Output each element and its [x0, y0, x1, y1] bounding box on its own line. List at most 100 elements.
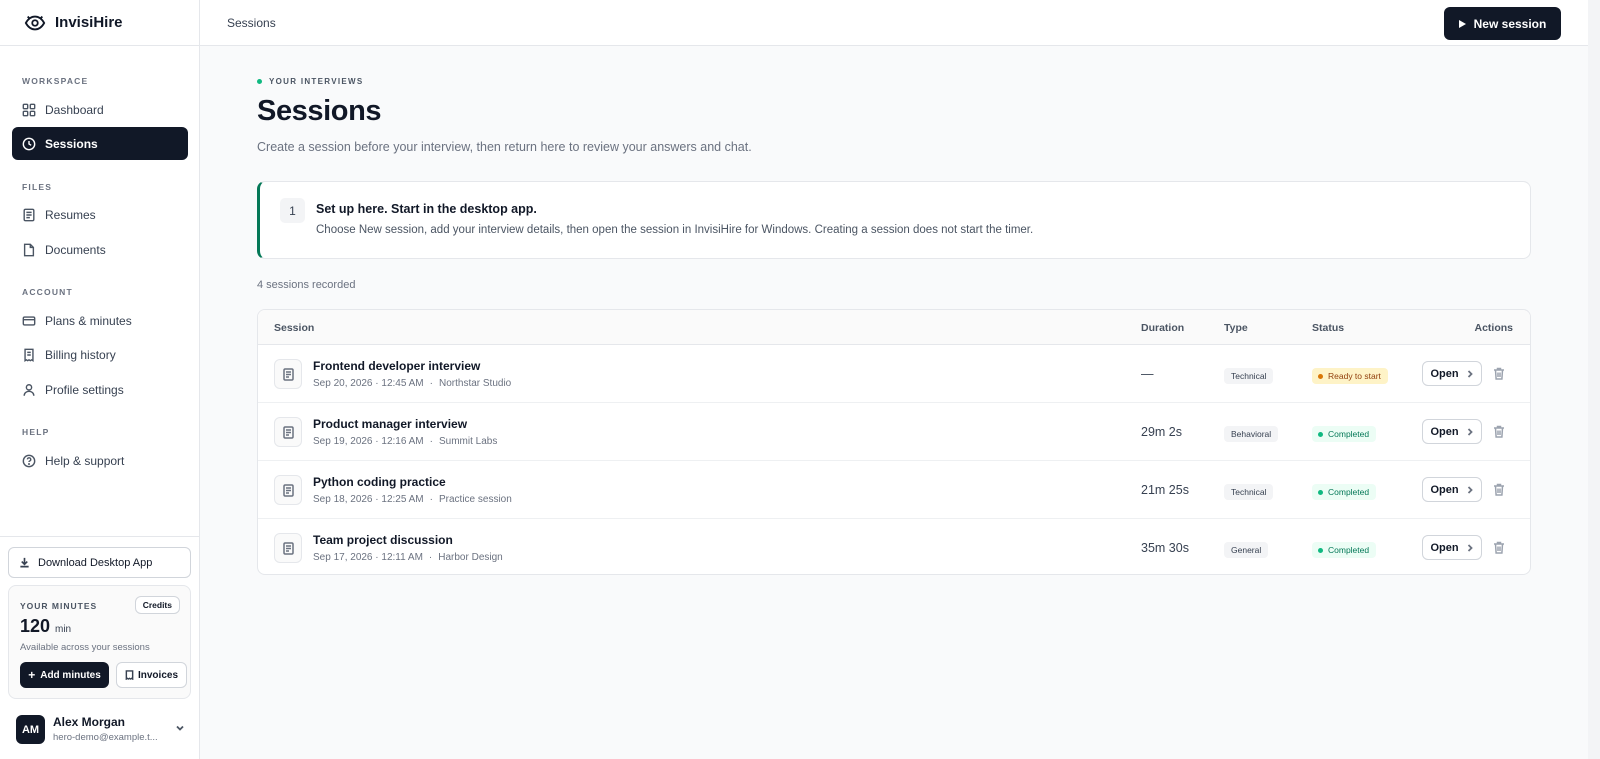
- table-row[interactable]: Team project discussion Sep 17, 2026 · 1…: [258, 519, 1530, 574]
- download-desktop-app-button[interactable]: Download Desktop App: [8, 547, 191, 578]
- add-minutes-label: Add minutes: [40, 669, 101, 681]
- session-title[interactable]: Product manager interview: [313, 417, 467, 431]
- setup-callout: 1 Set up here. Start in the desktop app.…: [257, 181, 1531, 259]
- session-duration: 29m 2s: [1141, 425, 1182, 439]
- sidebar-item-label: Sessions: [45, 136, 98, 151]
- download-label: Download Desktop App: [38, 556, 153, 569]
- status-text: Completed: [1328, 545, 1370, 555]
- open-button[interactable]: Open: [1422, 535, 1482, 560]
- status-text: Completed: [1328, 487, 1370, 497]
- session-date: Sep 20, 2026 · 12:45 AM: [313, 378, 424, 389]
- file-icon: [274, 475, 302, 505]
- status-badge: Completed: [1312, 484, 1377, 500]
- sidebar-item-profile[interactable]: Profile settings: [12, 373, 188, 406]
- column-actions: Actions: [1474, 322, 1513, 334]
- session-title[interactable]: Frontend developer interview: [313, 359, 480, 373]
- open-button[interactable]: Open: [1422, 477, 1482, 502]
- session-duration: —: [1141, 367, 1154, 381]
- open-button[interactable]: Open: [1422, 361, 1482, 386]
- sidebar-item-label: Dashboard: [45, 102, 104, 117]
- eye-logo-icon: [24, 15, 46, 30]
- receipt-icon: [125, 670, 134, 680]
- session-date: Sep 17, 2026 · 12:11 AM: [313, 552, 423, 563]
- trash-icon[interactable]: [1493, 541, 1505, 554]
- table-row[interactable]: Python coding practice Sep 18, 2026 · 12…: [258, 461, 1530, 519]
- open-label: Open: [1430, 483, 1459, 496]
- trash-icon[interactable]: [1493, 425, 1505, 438]
- session-title[interactable]: Python coding practice: [313, 475, 446, 489]
- sidebar-item-resumes[interactable]: Resumes: [12, 198, 188, 231]
- step-number: 1: [280, 198, 305, 223]
- sidebar-item-documents[interactable]: Documents: [12, 233, 188, 266]
- main-content: YOUR INTERVIEWS Sessions Create a sessio…: [200, 46, 1588, 759]
- setup-title: Set up here. Start in the desktop app.: [316, 202, 537, 216]
- session-duration: 21m 25s: [1141, 483, 1189, 497]
- column-duration: Duration: [1141, 322, 1185, 334]
- sidebar-item-sessions[interactable]: Sessions: [12, 127, 188, 160]
- invoices-label: Invoices: [137, 669, 179, 681]
- sessions-count: 4 sessions recorded: [257, 279, 356, 291]
- clock-icon: [22, 137, 36, 150]
- add-minutes-button[interactable]: + Add minutes: [20, 662, 109, 688]
- trash-icon[interactable]: [1493, 483, 1505, 496]
- session-company: Harbor Design: [438, 552, 503, 563]
- chevron-right-icon: [1467, 543, 1473, 552]
- minutes-value: 120: [20, 616, 51, 636]
- nav-section-account: ACCOUNT: [22, 287, 73, 297]
- table-header: Session Duration Type Status Actions: [258, 310, 1530, 345]
- type-badge: General: [1224, 542, 1269, 558]
- column-session: Session: [274, 322, 315, 334]
- column-status: Status: [1312, 322, 1345, 334]
- topbar: Sessions New session: [200, 0, 1588, 46]
- credits-badge[interactable]: Credits: [134, 596, 180, 614]
- status-dot-icon: [1318, 373, 1323, 379]
- session-date: Sep 19, 2026 · 12:16 AM: [313, 436, 424, 447]
- sidebar-item-dashboard[interactable]: Dashboard: [12, 93, 188, 126]
- open-label: Open: [1430, 425, 1459, 438]
- sidebar-item-billing[interactable]: Billing history: [12, 338, 188, 371]
- nav-section-workspace: WORKSPACE: [22, 76, 89, 86]
- sidebar-item-help[interactable]: Help & support: [12, 444, 188, 477]
- new-session-button[interactable]: New session: [1444, 7, 1561, 40]
- brand-name: InvisiHire: [55, 14, 123, 31]
- eyebrow: YOUR INTERVIEWS: [257, 77, 363, 86]
- page-title: Sessions: [257, 95, 382, 127]
- brand[interactable]: InvisiHire: [0, 0, 199, 46]
- session-title[interactable]: Team project discussion: [313, 533, 453, 547]
- receipt-icon: [24, 348, 34, 362]
- session-company: Practice session: [438, 494, 512, 505]
- credit-card-icon: [22, 315, 36, 326]
- sidebar-item-plans[interactable]: Plans & minutes: [12, 304, 188, 337]
- type-badge: Technical: [1224, 484, 1274, 500]
- invoices-button[interactable]: Invoices: [116, 662, 187, 688]
- status-text: Ready to start: [1328, 371, 1381, 381]
- page-subtitle: Create a session before your interview, …: [257, 140, 752, 154]
- sidebar: InvisiHire WORKSPACE Dashboard Sessions …: [0, 0, 200, 759]
- table-row[interactable]: Frontend developer interview Sep 20, 202…: [258, 345, 1530, 403]
- session-duration: 35m 30s: [1141, 541, 1189, 555]
- help-circle-icon: [22, 454, 36, 467]
- file-icon: [274, 417, 302, 447]
- session-date: Sep 18, 2026 · 12:25 AM: [313, 494, 424, 505]
- chevron-down-icon: [176, 725, 184, 731]
- sidebar-item-label: Profile settings: [45, 382, 124, 397]
- minutes-unit: min: [55, 624, 72, 635]
- chevron-right-icon: [1467, 369, 1473, 378]
- scrollbar[interactable]: [1588, 0, 1600, 759]
- table-row[interactable]: Product manager interview Sep 19, 2026 ·…: [258, 403, 1530, 461]
- session-meta: Sep 18, 2026 · 12:25 AM · Practice session: [313, 494, 512, 505]
- sidebar-item-label: Billing history: [45, 347, 116, 362]
- session-company: Summit Labs: [438, 436, 498, 447]
- user-menu[interactable]: AM Alex Morgan hero-demo@example.t...: [16, 713, 186, 749]
- download-icon: [20, 557, 29, 568]
- open-button[interactable]: Open: [1422, 419, 1482, 444]
- status-text: Completed: [1328, 429, 1370, 439]
- minutes-card: YOUR MINUTES Credits 120 min Available a…: [8, 585, 191, 699]
- column-type: Type: [1224, 322, 1248, 334]
- status-badge: Completed: [1312, 426, 1377, 442]
- grid-icon: [22, 103, 36, 116]
- type-badge: Behavioral: [1224, 426, 1279, 442]
- minutes-label: YOUR MINUTES: [20, 601, 98, 611]
- play-icon: [1458, 19, 1466, 28]
- trash-icon[interactable]: [1493, 367, 1505, 380]
